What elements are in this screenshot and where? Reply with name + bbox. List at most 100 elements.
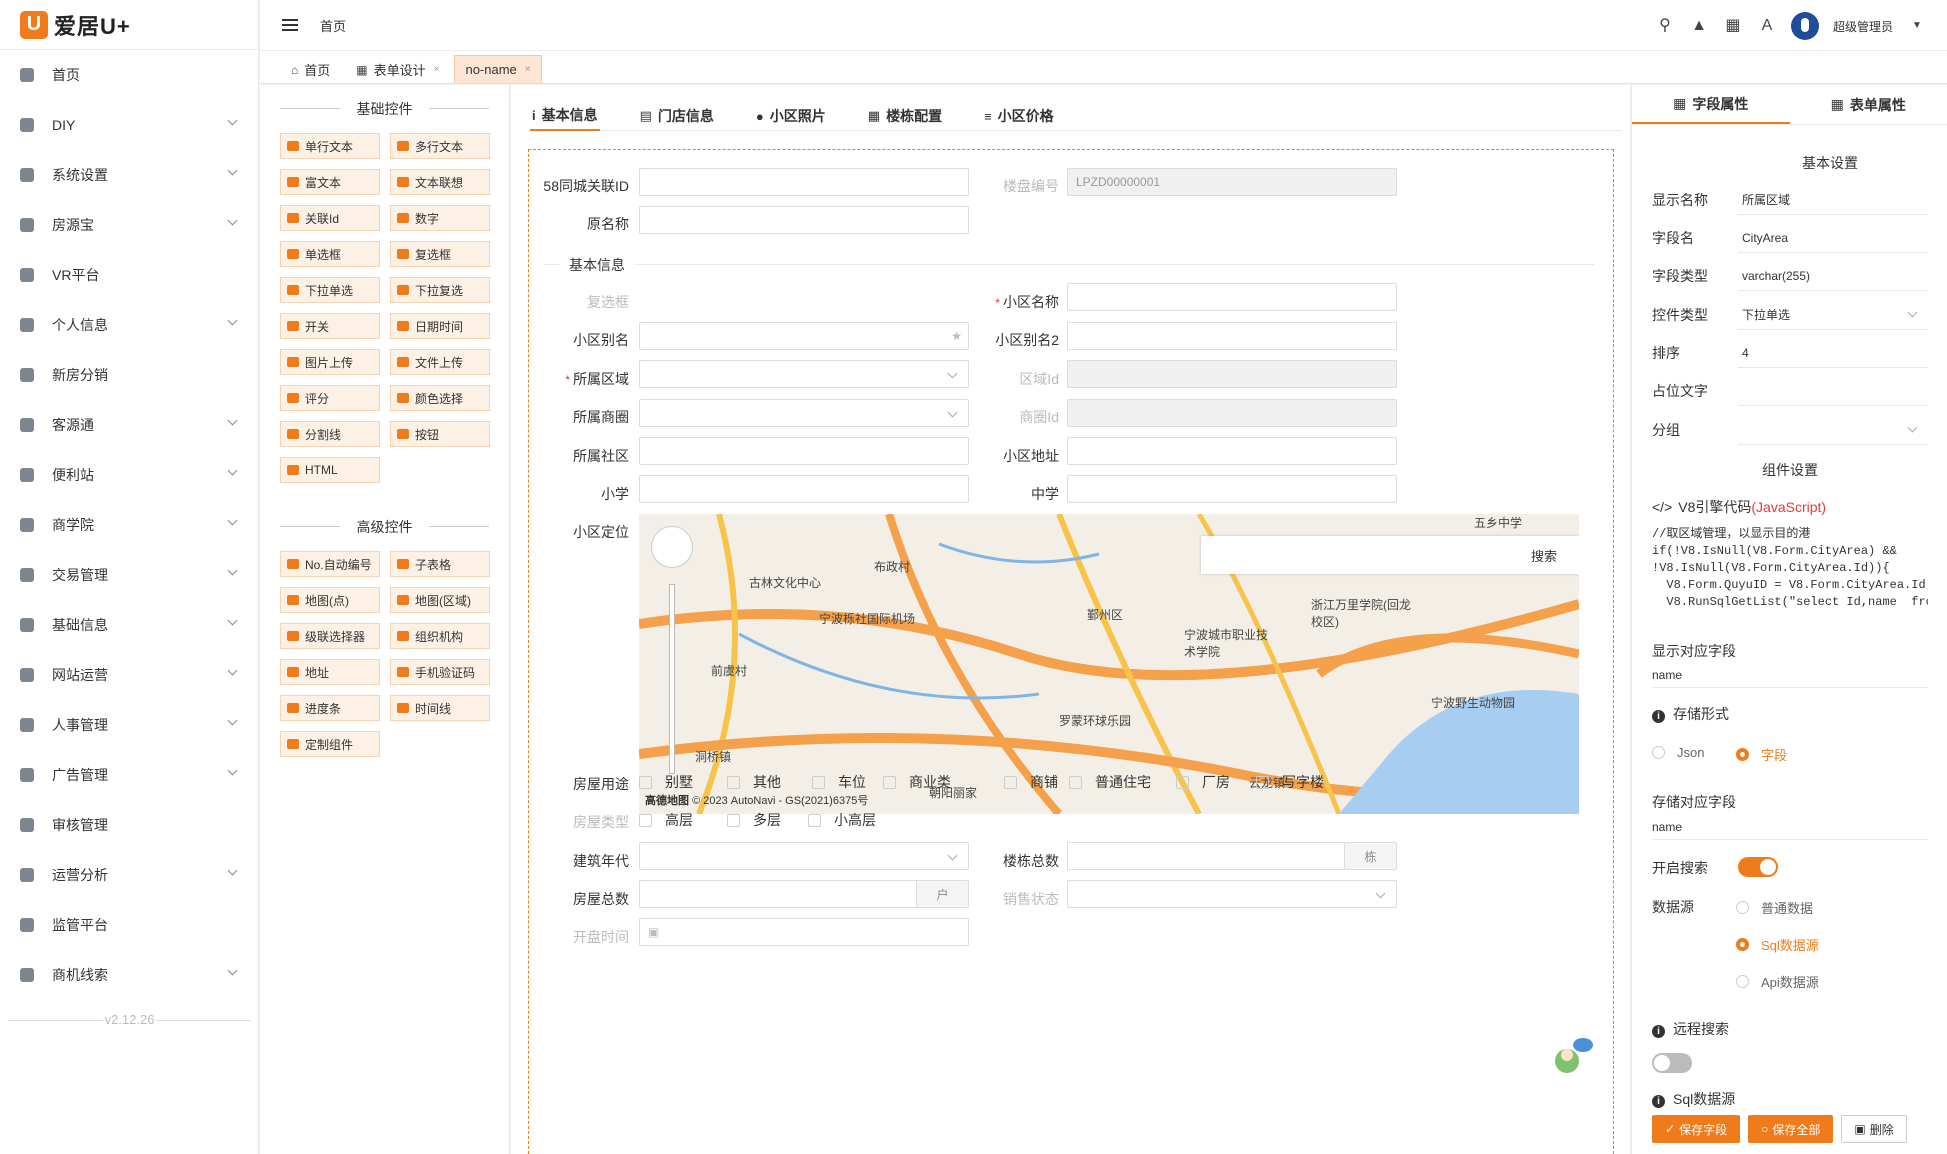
pin-icon[interactable]: ★ [951, 329, 962, 343]
breadcrumb[interactable]: 首页 [320, 16, 346, 35]
designer-tab[interactable]: i 基本信息 [530, 101, 600, 131]
chevron-down-icon[interactable]: ▼ [1907, 16, 1927, 36]
input-building-no[interactable]: LPZD00000001 [1067, 168, 1397, 196]
map-pan-control[interactable] [651, 526, 693, 568]
palette-control[interactable]: 图片上传 [280, 349, 380, 375]
checkbox-option[interactable]: 车位 [812, 772, 866, 792]
sidebar-item[interactable]: 人事管理 [0, 700, 258, 750]
sidebar-item[interactable]: 系统设置 [0, 150, 258, 200]
palette-control[interactable]: 复选框 [390, 241, 490, 267]
checkbox-option[interactable]: 普通住宅 [1069, 772, 1151, 792]
palette-control[interactable]: 级联选择器 [280, 623, 380, 649]
sidebar-item[interactable]: 基础信息 [0, 600, 258, 650]
palette-control[interactable]: 按钮 [390, 421, 490, 447]
palette-control[interactable]: 地图(点) [280, 587, 380, 613]
username[interactable]: 超级管理员 [1833, 18, 1893, 35]
property-input[interactable]: 所属区域 [1738, 185, 1928, 215]
palette-control[interactable]: 颜色选择 [390, 385, 490, 411]
close-icon[interactable]: × [525, 64, 531, 75]
property-input[interactable] [1738, 415, 1928, 445]
sidebar-item[interactable]: 客源通 [0, 400, 258, 450]
checkbox-option[interactable]: 小高层 [808, 810, 876, 830]
store-field-input[interactable]: name [1652, 814, 1928, 840]
input-primary[interactable] [639, 475, 969, 503]
input-total-houses[interactable]: 户 [639, 880, 969, 908]
palette-control[interactable]: 单选框 [280, 241, 380, 267]
assistant-icon[interactable] [1551, 1035, 1593, 1077]
palette-control[interactable]: 地图(区域) [390, 587, 490, 613]
shirt-icon[interactable]: ▲ [1689, 16, 1709, 36]
input-alias[interactable]: ★ [639, 322, 969, 350]
designer-tab[interactable]: ▦ 楼栋配置 [866, 101, 944, 131]
save-all-button[interactable]: ○ 保存全部 [1748, 1115, 1834, 1143]
palette-control[interactable]: 日期时间 [390, 313, 490, 339]
map-zoom-slider[interactable] [669, 584, 675, 774]
remote-search-toggle[interactable] [1652, 1053, 1692, 1073]
delete-button[interactable]: ▣ 删除 [1841, 1115, 1907, 1143]
designer-tab[interactable]: ● 小区照片 [754, 101, 828, 131]
tab-item[interactable]: no-name × [454, 55, 542, 83]
palette-control[interactable]: 进度条 [280, 695, 380, 721]
map-widget[interactable]: 搜索 古林文化中心 宁波栎社国际机场 鄞州区 宁波城市职业技术学院 浙江万里学院… [639, 514, 1579, 814]
checkbox-option[interactable]: 商业类 [883, 772, 951, 792]
map-search-label[interactable]: 搜索 [1531, 546, 1557, 565]
palette-control[interactable]: No.自动编号 [280, 551, 380, 577]
input-community-name[interactable] [1067, 283, 1397, 311]
tab-item[interactable]: ▦ 表单设计 × [345, 55, 450, 83]
input-original-name[interactable] [639, 206, 969, 234]
palette-control[interactable]: 组织机构 [390, 623, 490, 649]
checkbox-option[interactable]: 高层 [639, 810, 693, 830]
display-field-input[interactable]: name [1652, 662, 1928, 688]
radio-field[interactable]: 字段 [1736, 745, 1787, 764]
tab-form-props[interactable]: ▦ 表单属性 [1790, 85, 1947, 124]
palette-control[interactable]: 时间线 [390, 695, 490, 721]
sidebar-item[interactable]: VR平台 [0, 250, 258, 300]
input-business-id[interactable] [1067, 399, 1397, 427]
palette-control[interactable]: 开关 [280, 313, 380, 339]
avatar[interactable] [1790, 12, 1819, 40]
checkbox-option[interactable]: 其他 [727, 772, 781, 792]
palette-control[interactable]: HTML [280, 457, 380, 483]
property-input[interactable]: 4 [1738, 338, 1928, 368]
radio-json[interactable]: Json [1652, 745, 1704, 760]
palette-control[interactable]: 定制组件 [280, 731, 380, 757]
input-alias2[interactable] [1067, 322, 1397, 350]
input-area-id[interactable] [1067, 360, 1397, 388]
radio-sql-data[interactable]: Sql数据源 [1736, 935, 1819, 954]
palette-control[interactable]: 多行文本 [390, 133, 490, 159]
checkbox-option[interactable]: 厂房 [1176, 772, 1230, 792]
sidebar-item[interactable]: 个人信息 [0, 300, 258, 350]
input-community[interactable] [639, 437, 969, 465]
select-sale-status[interactable] [1067, 880, 1397, 908]
palette-control[interactable]: 子表格 [390, 551, 490, 577]
palette-control[interactable]: 手机验证码 [390, 659, 490, 685]
windows-icon[interactable]: ▦ [1723, 16, 1743, 36]
designer-tab[interactable]: ≡ 小区价格 [982, 101, 1056, 131]
palette-control[interactable]: 评分 [280, 385, 380, 411]
radio-normal-data[interactable]: 普通数据 [1736, 898, 1813, 917]
checkbox-option[interactable]: 写字楼 [1256, 772, 1324, 792]
menu-toggle-icon[interactable] [282, 19, 298, 31]
sidebar-item[interactable]: 运营分析 [0, 850, 258, 900]
property-input[interactable]: 下拉单选 [1738, 300, 1928, 330]
search-toggle[interactable] [1738, 857, 1778, 877]
palette-control[interactable]: 下拉复选 [390, 277, 490, 303]
close-icon[interactable]: × [434, 64, 440, 75]
sidebar-item[interactable]: 便利站 [0, 450, 258, 500]
sidebar-item[interactable]: 新房分销 [0, 350, 258, 400]
property-input[interactable] [1738, 376, 1928, 406]
radio-api-data[interactable]: Api数据源 [1736, 972, 1819, 991]
property-input[interactable]: varchar(255) [1738, 261, 1928, 291]
select-build-year[interactable] [639, 842, 969, 870]
select-business[interactable] [639, 399, 969, 427]
palette-control[interactable]: 单行文本 [280, 133, 380, 159]
designer-tab[interactable]: ▤ 门店信息 [638, 101, 716, 131]
input-address[interactable] [1067, 437, 1397, 465]
input-58-id[interactable] [639, 168, 969, 196]
palette-control[interactable]: 富文本 [280, 169, 380, 195]
map-search-box[interactable]: 搜索 [1201, 536, 1579, 574]
save-field-button[interactable]: ✓ 保存字段 [1652, 1115, 1741, 1143]
form-canvas[interactable]: 58同城关联ID 楼盘编号 LPZD00000001 原名称 基本信息 复选框 … [528, 149, 1614, 1154]
sidebar-item[interactable]: DIY [0, 100, 258, 150]
tab-item[interactable]: ⌂ 首页 [280, 55, 341, 83]
